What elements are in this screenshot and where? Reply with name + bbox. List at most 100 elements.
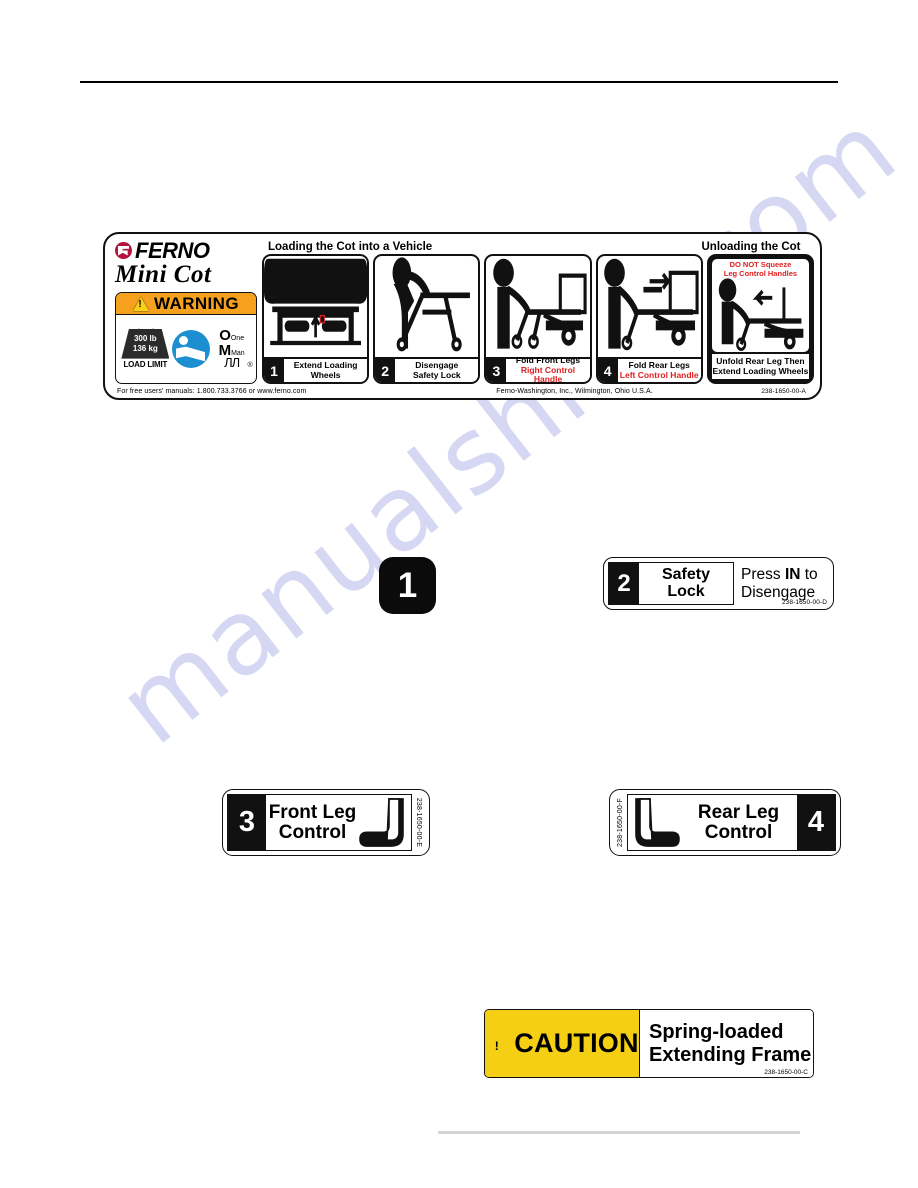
step-2-number: 2 [375,359,396,382]
decal-steps-column: Loading the Cot into a Vehicle Unloading… [262,238,815,384]
step-4-caption: 4 Fold Rear Legs Left Control Handle [597,357,701,382]
do-not-line2: Leg Control Handles [723,268,798,278]
front-leg-inner: 3 Front Leg Control [227,794,412,851]
caution-line2: Extending Frame [649,1043,812,1066]
warning-word: WARNING [154,293,239,313]
watermark-text: manualshive.com [96,87,918,769]
header-rule [80,81,838,83]
rear-leg-hook-icon [628,795,680,850]
rear-leg-control-decal: 238-1650-00-F Rear Leg Control 4 [609,789,841,856]
load-weight-lb: 300 lb [133,333,157,343]
step-2-text: Disengage Safety Lock [395,359,479,382]
warning-triangle-icon [133,296,150,311]
illustration-disengage-safety-lock [375,256,478,357]
safety-lock-words: Safety Lock [639,563,733,604]
safety-lock-label-group: 2 Safety Lock [608,562,734,605]
brand-row: FERNO [115,237,257,263]
front-leg-part-number-holder: 238-1650-00-E [412,794,425,851]
step-unloading-text: Unfold Rear Leg Then Extend Loading Whee… [711,354,810,379]
front-leg-line1: Front Leg [268,801,357,823]
decal-footer: For free users' manuals: 1.800.733.3766 … [111,384,814,398]
weight-icon: 300 lb 136 kg [121,328,170,359]
safety-lock-part-number: 238-1650-00-D [781,599,827,606]
front-leg-control-decal: 3 Front Leg Control 238-1650-00-E [222,789,430,856]
safety-lock-decal: 2 Safety Lock Press IN to Disengage 238-… [603,557,834,610]
warning-box: WARNING 300 lb 136 kg LOAD LIMIT [115,292,257,384]
front-leg-part-number: 238-1650-00-E [415,797,422,848]
safety-lock-line1: Safety [661,565,711,583]
do-not-squeeze-warning: DO NOT Squeeze Leg Control Handles [712,260,809,278]
step-1-caption: 1 Extend Loading Wheels [264,357,368,382]
caution-decal: ! CAUTION Spring-loaded Extending Frame … [484,1009,814,1078]
rear-leg-number: 4 [797,795,835,850]
step-4-number: 4 [597,359,618,382]
warning-header: WARNING [116,293,256,316]
step-panel-4: 4 Fold Rear Legs Left Control Handle [595,254,703,384]
steps-headings: Loading the Cot into a Vehicle Unloading… [262,238,814,254]
product-name: Mini Cot [115,261,212,288]
one-man-text1: One [230,335,245,343]
step-3-red-line: Right Control Handle [520,364,576,384]
rear-leg-part-number-holder: 238-1650-00-F [614,794,627,851]
rear-leg-line1: Rear Leg [697,801,780,823]
registered-mark: ® [247,361,253,369]
heading-unloading: Unloading the Cot [701,241,801,253]
sl-bold: IN [784,566,801,584]
illustration-unload-cot: DO NOT Squeeze Leg Control Handles [711,259,810,352]
step-1-text: Extend Loading Wheels [284,359,368,382]
step-badge-1: 1 [379,557,436,614]
load-limit-label: LOAD LIMIT [123,359,168,369]
sl-pre: Press [741,566,785,584]
heading-loading: Loading the Cot into a Vehicle [268,241,433,253]
step-1-number: 1 [264,359,284,382]
step-2-caption: 2 Disengage Safety Lock [375,357,479,382]
brand-name: FERNO [135,237,210,263]
caution-part-number: 238-1650-00-C [764,1069,808,1076]
caution-message: Spring-loaded Extending Frame 238-1650-0… [640,1010,813,1077]
read-manual-icon [171,329,210,368]
caution-triangle-icon: ! [485,1033,508,1054]
step-unloading-caption: Unfold Rear Leg Then Extend Loading Whee… [711,354,810,379]
step-panel-1: 1 Extend Loading Wheels [262,254,370,384]
warning-body: 300 lb 136 kg LOAD LIMIT OOne MMan ЛЛ ® [116,315,256,383]
rear-leg-inner: Rear Leg Control 4 [627,794,836,851]
one-man-figure-icon: ЛЛ [224,355,240,371]
load-limit-group: 300 lb 136 kg LOAD LIMIT [119,328,171,369]
caution-word: CAUTION [514,1028,639,1058]
load-weight-kg: 136 kg [132,343,158,353]
step-unloading-line2: Extend Loading Wheels [712,365,809,376]
caution-line1: Spring-loaded [649,1020,784,1043]
decal-company-text: Ferno-Washington, Inc., Wilmington, Ohio… [496,387,653,395]
step-4-red-line: Left Control Handle [619,369,699,380]
safety-lock-instruction-line1: Press IN to [741,566,829,583]
rear-leg-part-number: 238-1650-00-F [617,798,625,847]
safety-lock-number: 2 [609,563,639,604]
one-man-line1: OOne [219,327,245,345]
front-leg-line2: Control [278,821,347,843]
rear-leg-words: Rear Leg Control [680,795,797,850]
safety-lock-instruction: Press IN to Disengage 238-1650-00-D [734,562,829,606]
decal-manuals-text: For free users' manuals: 1.800.733.3766 … [117,387,307,395]
step-panel-3: 3 Fold Front Legs Right Control Handle [484,254,592,384]
step-2-line2: Safety Lock [412,369,461,380]
illustration-fold-rear-legs [598,256,701,357]
decal-part-number: 238-1650-00-A [761,387,806,395]
step-4-text: Fold Rear Legs Left Control Handle [617,359,701,382]
decal-brand-column: FERNO Mini Cot WARNING 300 lb 136 kg [111,238,259,384]
front-leg-hook-icon [359,795,411,850]
ferno-mini-cot-decal: FERNO Mini Cot WARNING 300 lb 136 kg [103,232,822,400]
one-man-mark: OOne MMan ЛЛ ® [211,327,253,371]
sl-post: to [800,566,818,584]
step-1-line2: Wheels [310,369,341,380]
safety-lock-line2: Lock [667,582,705,600]
illustration-fold-front-legs [486,256,589,357]
rear-leg-line2: Control [704,821,773,843]
front-leg-number: 3 [228,795,266,850]
step-panel-unloading: DO NOT Squeeze Leg Control Handles Unfol… [706,254,815,384]
step-3-text: Fold Front Legs Right Control Handle [506,356,590,384]
ferno-logo-icon [115,242,132,259]
caution-left: ! CAUTION [485,1010,640,1077]
step-3-number: 3 [486,359,507,382]
step-3-caption: 3 Fold Front Legs Right Control Handle [486,356,590,384]
step-panel-2: 2 Disengage Safety Lock [373,254,481,384]
